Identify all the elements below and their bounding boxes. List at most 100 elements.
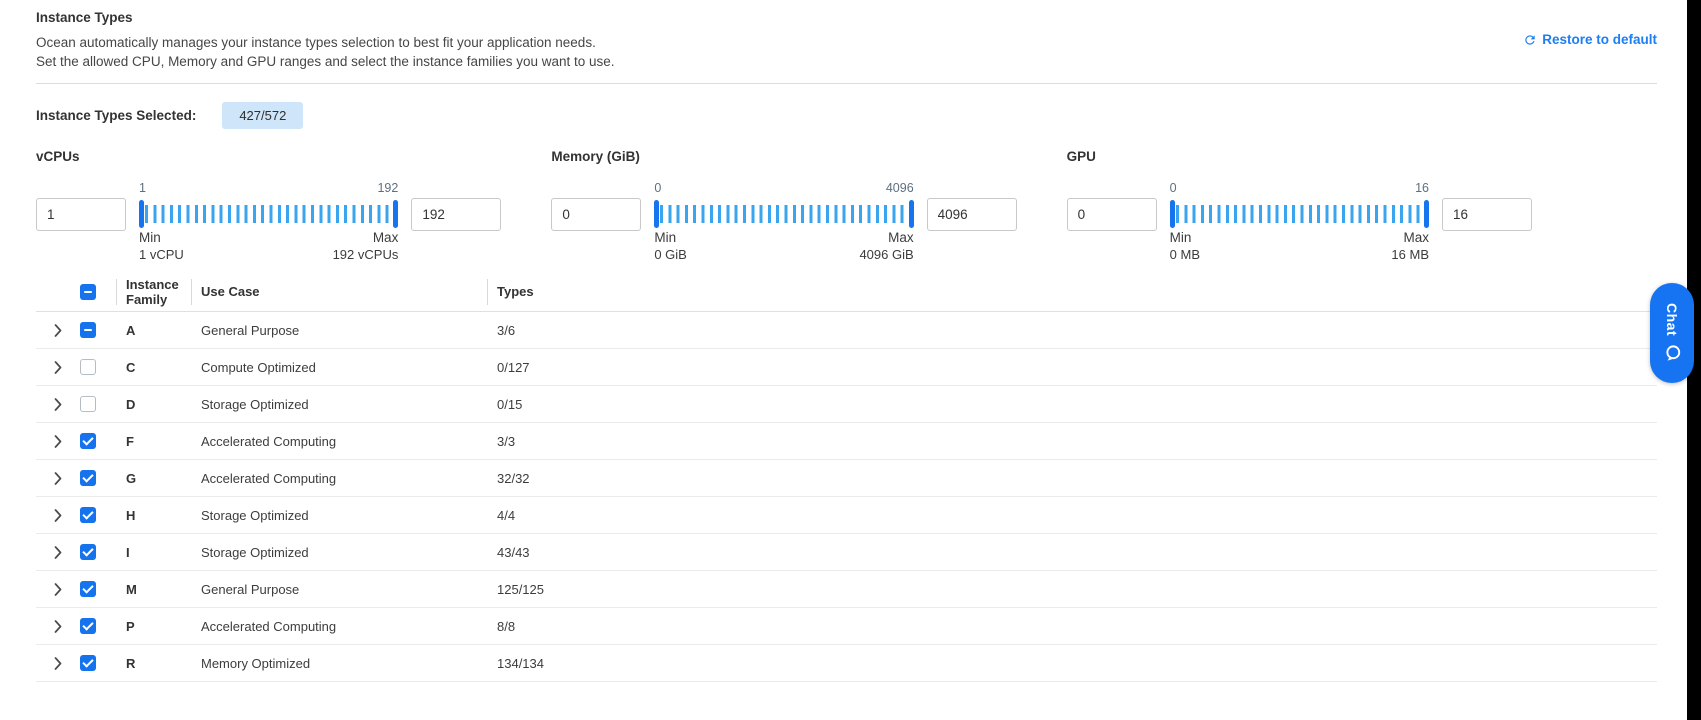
- expand-row-button[interactable]: [36, 571, 80, 607]
- expand-row-button[interactable]: [36, 534, 80, 570]
- row-checkbox[interactable]: [80, 359, 96, 375]
- row-checkbox[interactable]: [80, 322, 96, 338]
- expand-row-button[interactable]: [36, 349, 80, 385]
- expand-row-button[interactable]: [36, 497, 80, 533]
- memory-max-label: Max: [888, 230, 914, 245]
- vcpu-slider-section: vCPUs 1 192 Min Max: [36, 149, 501, 262]
- gpu-min-sublabel: 0 MB: [1170, 247, 1200, 262]
- types-cell: 43/43: [487, 545, 1657, 560]
- family-cell: C: [116, 360, 191, 375]
- gpu-slider-title: GPU: [1067, 149, 1532, 167]
- table-body: A General Purpose 3/6 C Compute Optimize…: [36, 312, 1657, 682]
- row-checkbox[interactable]: [80, 507, 96, 523]
- restore-to-default-label: Restore to default: [1542, 32, 1657, 47]
- row-checkbox[interactable]: [80, 618, 96, 634]
- gpu-slider: 0 16 Min Max 0 MB 16 MB: [1170, 181, 1429, 262]
- gpu-min-label: Min: [1170, 230, 1192, 245]
- types-cell: 8/8: [487, 619, 1657, 634]
- expand-row-button[interactable]: [36, 423, 80, 459]
- gpu-slider-track[interactable]: [1170, 199, 1429, 229]
- vcpu-max-input[interactable]: [411, 198, 501, 231]
- vcpu-min-sublabel: 1 vCPU: [139, 247, 184, 262]
- gpu-slider-max-handle[interactable]: [1424, 200, 1429, 228]
- header-checkbox-cell: [80, 284, 116, 300]
- row-checkbox-cell: [80, 322, 116, 338]
- row-checkbox[interactable]: [80, 396, 96, 412]
- use-case-cell: Storage Optimized: [191, 545, 487, 560]
- table-row: M General Purpose 125/125: [36, 571, 1657, 608]
- expand-row-button[interactable]: [36, 645, 80, 681]
- gpu-max-label: Max: [1403, 230, 1429, 245]
- memory-slider-section: Memory (GiB) 0 4096 Min Max: [551, 149, 1016, 262]
- memory-slider-ticks: [660, 205, 907, 223]
- family-cell: A: [116, 323, 191, 338]
- memory-max-input[interactable]: [927, 198, 1017, 231]
- vcpu-min-label: Min: [139, 230, 161, 245]
- restore-to-default-button[interactable]: Restore to default: [1523, 32, 1657, 47]
- chevron-right-icon: [54, 583, 62, 596]
- family-cell: R: [116, 656, 191, 671]
- gpu-max-input[interactable]: [1442, 198, 1532, 231]
- use-case-cell: Accelerated Computing: [191, 471, 487, 486]
- vcpu-slider-track[interactable]: [139, 199, 398, 229]
- memory-min-label: Min: [654, 230, 676, 245]
- row-checkbox[interactable]: [80, 581, 96, 597]
- row-checkbox[interactable]: [80, 655, 96, 671]
- selected-label: Instance Types Selected:: [36, 108, 196, 123]
- row-checkbox-cell: [80, 581, 116, 597]
- use-case-cell: Storage Optimized: [191, 508, 487, 523]
- vcpu-max-label: Max: [373, 230, 399, 245]
- panel-description: Ocean automatically manages your instanc…: [36, 33, 1657, 71]
- vcpu-min-input[interactable]: [36, 198, 126, 231]
- row-checkbox-cell: [80, 507, 116, 523]
- memory-max-sublabel: 4096 GiB: [859, 247, 913, 262]
- vcpu-slider: 1 192 Min Max 1 vCPU 192 vCPUs: [139, 181, 398, 262]
- gpu-slider-min-handle[interactable]: [1170, 200, 1175, 228]
- memory-min-input[interactable]: [551, 198, 641, 231]
- row-checkbox-cell: [80, 618, 116, 634]
- use-case-cell: Accelerated Computing: [191, 434, 487, 449]
- chat-label: Chat: [1664, 303, 1680, 336]
- chevron-right-icon: [54, 546, 62, 559]
- expand-row-button[interactable]: [36, 386, 80, 422]
- family-cell: F: [116, 434, 191, 449]
- expand-row-button[interactable]: [36, 312, 80, 348]
- row-checkbox[interactable]: [80, 433, 96, 449]
- types-cell: 0/15: [487, 397, 1657, 412]
- column-header-use-case: Use Case: [191, 284, 487, 299]
- header-divider: [36, 83, 1657, 84]
- vcpu-slider-min-handle[interactable]: [139, 200, 144, 228]
- row-checkbox[interactable]: [80, 544, 96, 560]
- memory-slider-min-value: 0: [654, 181, 661, 198]
- row-checkbox-cell: [80, 396, 116, 412]
- table-row: I Storage Optimized 43/43: [36, 534, 1657, 571]
- refresh-icon: [1523, 33, 1537, 47]
- selected-summary: Instance Types Selected: 427/572: [36, 101, 1657, 129]
- memory-slider-max-handle[interactable]: [909, 200, 914, 228]
- memory-slider-min-handle[interactable]: [654, 200, 659, 228]
- types-cell: 125/125: [487, 582, 1657, 597]
- vcpu-slider-max-handle[interactable]: [393, 200, 398, 228]
- expand-row-button[interactable]: [36, 608, 80, 644]
- table-row: F Accelerated Computing 3/3: [36, 423, 1657, 460]
- chevron-right-icon: [54, 472, 62, 485]
- gpu-min-input[interactable]: [1067, 198, 1157, 231]
- chat-bubble-icon: [1663, 344, 1682, 363]
- memory-slider-track[interactable]: [654, 199, 913, 229]
- table-row: R Memory Optimized 134/134: [36, 645, 1657, 682]
- row-checkbox[interactable]: [80, 470, 96, 486]
- select-all-checkbox[interactable]: [80, 284, 96, 300]
- use-case-cell: Accelerated Computing: [191, 619, 487, 634]
- description-line-2: Set the allowed CPU, Memory and GPU rang…: [36, 52, 1657, 71]
- gpu-slider-min-value: 0: [1170, 181, 1177, 198]
- chat-widget-button[interactable]: Chat: [1650, 283, 1694, 383]
- family-cell: D: [116, 397, 191, 412]
- chevron-right-icon: [54, 657, 62, 670]
- chevron-right-icon: [54, 620, 62, 633]
- expand-row-button[interactable]: [36, 460, 80, 496]
- memory-slider-max-value: 4096: [886, 181, 914, 198]
- use-case-cell: Compute Optimized: [191, 360, 487, 375]
- table-row: H Storage Optimized 4/4: [36, 497, 1657, 534]
- row-checkbox-cell: [80, 470, 116, 486]
- range-sliders: vCPUs 1 192 Min Max: [36, 149, 1532, 262]
